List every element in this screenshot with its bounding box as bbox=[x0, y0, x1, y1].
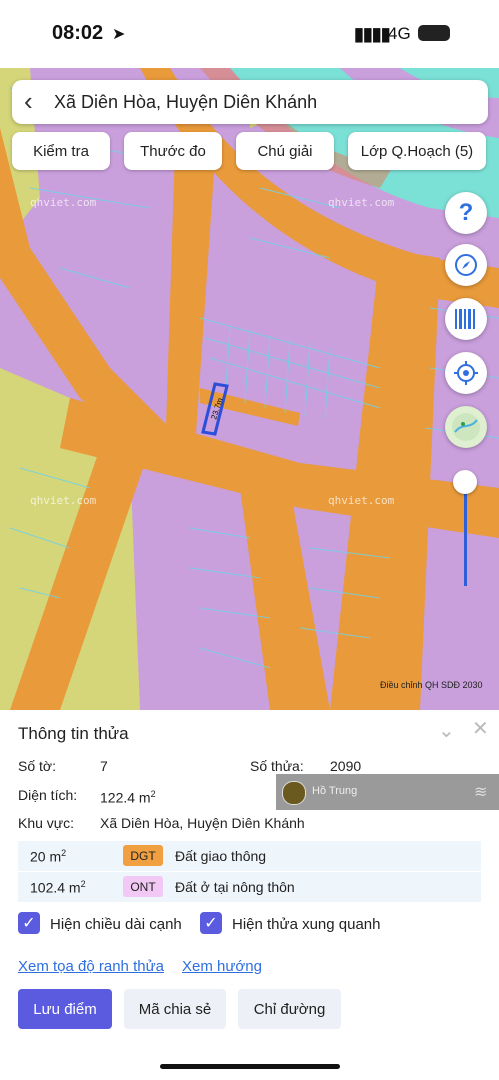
home-indicator[interactable] bbox=[160, 1064, 340, 1069]
status-bar: 08:02 ➤ ▮▮▮▮ 4G bbox=[0, 0, 499, 68]
land-use-row: 102.4 m2 ONT Đất ở tại nông thôn bbox=[18, 872, 481, 902]
measure-button[interactable]: Thước đo bbox=[124, 132, 222, 170]
compass-button[interactable] bbox=[445, 244, 487, 286]
land-use-desc: Đất giao thông bbox=[175, 848, 267, 864]
show-edge-label: Hiện chiều dài cạnh bbox=[50, 916, 182, 933]
watermark: qhviet.com bbox=[328, 494, 395, 507]
status-time: 08:02 bbox=[52, 22, 104, 44]
parcel-no-value: 2090 bbox=[330, 758, 362, 774]
show-edge-checkbox[interactable]: ✓ bbox=[18, 912, 40, 934]
watermark: qhviet.com bbox=[30, 494, 97, 507]
help-button[interactable]: ? bbox=[445, 192, 487, 234]
user-overlay: Hồ Trung ≋ bbox=[276, 774, 499, 810]
sheet-no-value: 7 bbox=[100, 758, 108, 774]
land-use-code: DGT bbox=[123, 845, 163, 866]
network-type: 4G bbox=[388, 24, 411, 43]
signal-icon: ▮▮▮▮ bbox=[354, 24, 391, 44]
sheet-title: Thông tin thửa bbox=[18, 724, 129, 743]
location-header: ‹ Xã Diên Hòa, Huyện Diên Khánh bbox=[12, 80, 488, 124]
parcel-no-label: Số thửa: bbox=[250, 758, 304, 774]
parcel-info-sheet: Thông tin thửa ⌄ ✕ Số tờ: 7 Số thửa: 209… bbox=[0, 710, 499, 1080]
battery-icon bbox=[418, 25, 450, 41]
share-code-button[interactable]: Mã chia sẻ bbox=[124, 989, 226, 1029]
legend-button[interactable]: Chú giải bbox=[236, 132, 334, 170]
barcode-button[interactable] bbox=[445, 298, 487, 340]
region-value: Xã Diên Hòa, Huyện Diên Khánh bbox=[100, 815, 305, 831]
area-label: Diện tích: bbox=[18, 787, 78, 803]
compass-icon bbox=[455, 254, 477, 276]
question-icon: ? bbox=[458, 199, 474, 226]
satellite-map-icon bbox=[452, 413, 480, 441]
area-value: 122.4 m2 bbox=[100, 789, 156, 806]
user-name: Hồ Trung bbox=[312, 785, 358, 797]
land-use-area: 102.4 m2 bbox=[30, 879, 86, 896]
land-use-desc: Đất ở tại nông thôn bbox=[175, 879, 295, 895]
watermark: qhviet.com bbox=[328, 196, 395, 209]
avatar bbox=[282, 781, 306, 805]
back-chevron-icon[interactable]: ‹ bbox=[24, 88, 33, 114]
land-use-code: ONT bbox=[123, 876, 163, 897]
view-direction-link[interactable]: Xem hướng bbox=[182, 958, 262, 975]
zoom-slider-knob[interactable] bbox=[453, 470, 477, 494]
locate-button[interactable] bbox=[445, 352, 487, 394]
show-neighbors-checkbox[interactable]: ✓ bbox=[200, 912, 222, 934]
view-coords-link[interactable]: Xem tọa độ ranh thửa bbox=[18, 958, 164, 975]
map-type-button[interactable] bbox=[445, 406, 487, 448]
map-credit: Điều chỉnh QH SDĐ 2030 bbox=[380, 680, 483, 690]
directions-button[interactable]: Chỉ đường bbox=[238, 989, 341, 1029]
watermark: qhviet.com bbox=[30, 196, 97, 209]
show-neighbors-label: Hiện thửa xung quanh bbox=[232, 916, 381, 933]
land-use-row: 20 m2 DGT Đất giao thông bbox=[18, 841, 481, 871]
close-icon[interactable]: ✕ bbox=[472, 716, 489, 741]
barcode-icon bbox=[455, 309, 475, 329]
layers-icon: ≋ bbox=[474, 784, 488, 801]
planning-layer-button[interactable]: Lớp Q.Hoạch (5) bbox=[348, 132, 486, 170]
location-arrow-icon: ➤ bbox=[112, 26, 126, 43]
zoom-slider-track[interactable] bbox=[464, 482, 467, 586]
check-button[interactable]: Kiểm tra bbox=[12, 132, 110, 170]
chevron-down-icon[interactable]: ⌄ bbox=[438, 718, 455, 743]
land-use-area: 20 m2 bbox=[30, 848, 67, 865]
crosshair-icon bbox=[454, 361, 478, 385]
location-title: Xã Diên Hòa, Huyện Diên Khánh bbox=[54, 92, 318, 112]
sheet-no-label: Số tờ: bbox=[18, 758, 56, 774]
region-label: Khu vực: bbox=[18, 815, 75, 831]
save-point-button[interactable]: Lưu điểm bbox=[18, 989, 112, 1029]
